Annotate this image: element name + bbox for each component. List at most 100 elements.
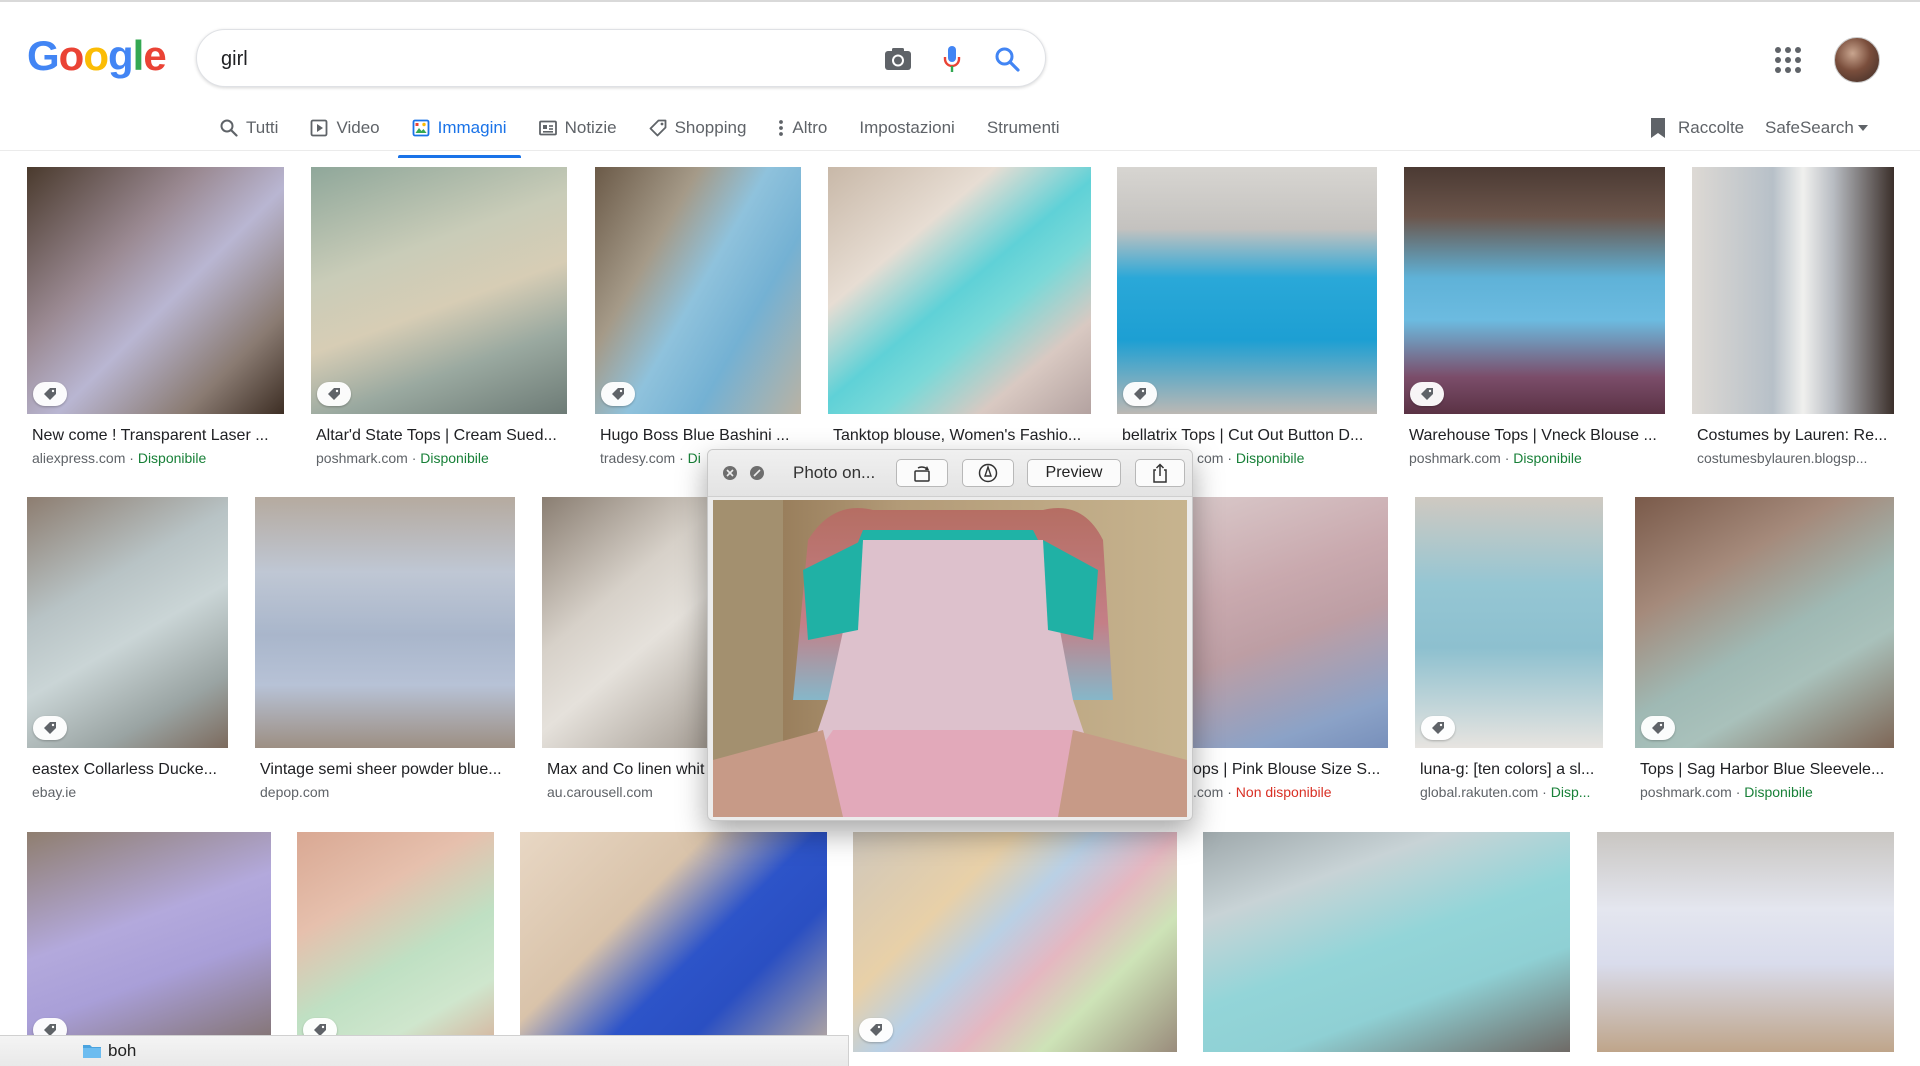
result-title[interactable]: Max and Co linen whit [547,761,715,779]
image-result[interactable]: Warehouse Tops | Vneck Blouse ... poshma… [1404,167,1665,472]
tab-immagini[interactable]: Immagini [397,108,521,158]
image-result[interactable]: eastex Collarless Ducke... ebay.ie [27,497,228,802]
safesearch-button[interactable]: SafeSearch [1765,108,1868,148]
result-title[interactable]: luna-g: [ten colors] a sl... [1420,761,1603,779]
rotate-button[interactable] [896,459,948,487]
image-result[interactable]: Altar'd State Tops | Cream Sued... poshm… [311,167,567,472]
image-icon [412,119,430,137]
logo-letter: e [143,32,166,79]
more-vert-icon [779,120,784,136]
result-availability: Non disponibile [1235,784,1332,800]
result-title[interactable]: Hugo Boss Blue Bashini ... [600,427,800,445]
image-result[interactable]: Costumes by Lauren: Re... costumesbylaur… [1692,167,1894,472]
quicklook-window[interactable]: Photo on... Preview [707,449,1193,821]
image-result[interactable]: Tops | Sag Harbor Blue Sleevele... poshm… [1635,497,1894,802]
result-title[interactable]: bellatrix Tops | Cut Out Button D... [1122,427,1377,445]
header-divider [0,150,1920,151]
tab-shopping[interactable]: Shopping [649,108,747,148]
result-availability: Disponibile [1235,450,1305,466]
avatar[interactable] [1834,37,1880,83]
search-tabs: Tutti Video Immagini Notizie Shopping Al… [220,108,1092,158]
result-thumbnail [27,497,228,748]
result-meta: .com · Non disponibile [1193,784,1332,800]
tab-label: Immagini [437,118,507,137]
result-thumbnail [542,497,710,748]
image-result[interactable] [27,832,271,1065]
result-title[interactable]: Tanktop blouse, Women's Fashio... [833,427,1091,445]
result-source: global.rakuten.com [1420,784,1539,800]
result-title[interactable]: Vintage semi sheer powder blue... [260,761,515,779]
product-tag-icon [33,716,67,740]
tab-label: Tutti [246,118,279,137]
image-result[interactable] [297,832,494,1065]
result-thumbnail [828,167,1091,414]
markup-button[interactable] [962,459,1014,487]
search-icon[interactable] [992,44,1022,74]
image-result[interactable] [520,832,827,1065]
rotate-icon [914,466,930,482]
image-result[interactable] [1597,832,1894,1052]
image-result[interactable]: New come ! Transparent Laser ... aliexpr… [27,167,284,472]
share-button[interactable] [1135,459,1185,487]
image-result[interactable]: luna-g: [ten colors] a sl... global.raku… [1415,497,1603,802]
collections-button[interactable]: Raccolte [1648,108,1744,148]
image-result[interactable]: Tanktop blouse, Women's Fashio... [828,167,1091,457]
search-box [196,29,1046,87]
result-thumbnail [1203,832,1570,1052]
result-title[interactable]: Tops | Sag Harbor Blue Sleevele... [1640,761,1894,779]
result-title[interactable]: ops | Pink Blouse Size S... [1193,761,1388,779]
result-thumbnail [1117,167,1377,414]
result-thumbnail [255,497,515,748]
image-result[interactable]: Max and Co linen whit au.carousell.com [542,497,710,802]
tab-notizie[interactable]: Notizie [538,108,617,148]
result-title[interactable]: Warehouse Tops | Vneck Blouse ... [1409,427,1665,445]
quicklook-toolbar: Photo on... Preview [708,450,1192,497]
result-meta: depop.com [260,784,515,800]
result-thumbnail [311,167,567,414]
google-logo[interactable]: Google [27,32,167,79]
bookmark-icon [1651,118,1665,138]
result-thumbnail [520,832,827,1065]
result-source: poshmark.com [316,450,408,466]
tools-link[interactable]: Strumenti [987,118,1060,138]
open-with-preview-button[interactable]: Preview [1027,459,1121,487]
result-meta: global.rakuten.com · Disp... [1420,784,1591,800]
search-input[interactable] [221,42,821,76]
product-tag-icon [33,382,67,406]
image-result[interactable]: Hugo Boss Blue Bashini ... tradesy.com ·… [595,167,801,472]
result-thumbnail [1692,167,1894,414]
image-result[interactable]: Vintage semi sheer powder blue... depop.… [255,497,515,802]
settings-link[interactable]: Impostazioni [859,118,954,138]
camera-icon[interactable] [883,44,913,74]
image-result[interactable] [853,832,1177,1052]
result-source: depop.com [260,784,330,800]
microphone-icon[interactable] [937,44,967,74]
result-meta: ebay.ie [32,784,228,800]
markup-pen-icon [978,463,998,483]
result-title[interactable]: Costumes by Lauren: Re... [1697,427,1894,445]
result-source: costumesbylauren.blogsp... [1697,450,1868,466]
tab-altro[interactable]: Altro [778,108,827,148]
result-title[interactable]: New come ! Transparent Laser ... [32,427,284,445]
fullscreen-icon[interactable] [750,466,764,480]
result-thumbnail [27,167,284,414]
result-meta: aliexpress.com · Disponibile [32,450,207,466]
quicklook-photo [713,500,1187,817]
image-result[interactable]: bellatrix Tops | Cut Out Button D... com… [1117,167,1377,472]
apps-grid-icon[interactable] [1773,45,1803,75]
image-result[interactable]: ops | Pink Blouse Size S... .com · Non d… [1188,497,1388,802]
tab-label: Video [336,118,380,137]
close-icon[interactable] [723,466,737,480]
news-icon [538,120,557,136]
tab-tutti[interactable]: Tutti [220,108,278,148]
window-top-edge [0,0,1920,2]
tab-video[interactable]: Video [310,108,380,148]
result-title[interactable]: Altar'd State Tops | Cream Sued... [316,427,568,445]
product-tag-icon [1641,716,1675,740]
finder-bar[interactable]: boh [0,1035,849,1066]
result-availability: Disponibile [1513,450,1582,466]
image-result[interactable] [1203,832,1570,1052]
result-thumbnail [853,832,1177,1052]
tab-label: Shopping [674,118,747,137]
result-title[interactable]: eastex Collarless Ducke... [32,761,228,779]
